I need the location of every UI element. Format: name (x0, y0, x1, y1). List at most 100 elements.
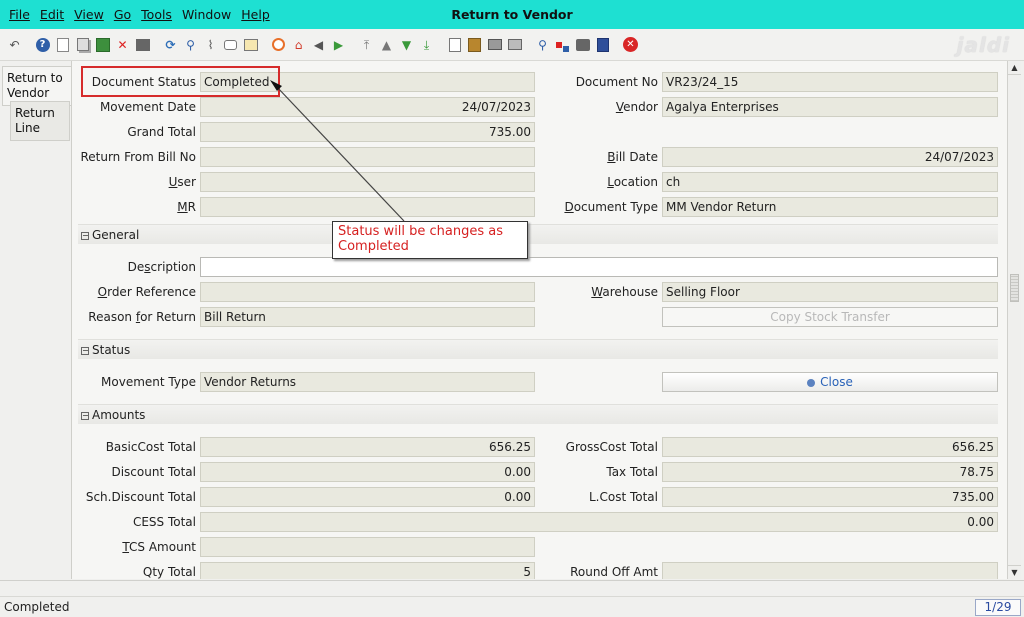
return-from-bill-no-field[interactable] (200, 147, 535, 167)
discount-total-field[interactable]: 0.00 (200, 462, 535, 482)
tab-return-to-vendor[interactable]: Return to Vendor (2, 66, 72, 106)
refresh-icon[interactable]: ⟳ (162, 36, 179, 53)
l-cost-total-field[interactable]: 735.00 (662, 487, 998, 507)
collapse-icon: − (81, 345, 89, 355)
movement-type-field[interactable]: Vendor Returns (200, 372, 535, 392)
workflow-icon[interactable] (554, 36, 571, 53)
document-type-label: Document Type (564, 200, 658, 214)
cess-total-label: CESS Total (132, 515, 196, 529)
collapse-icon: − (81, 230, 89, 240)
gross-cost-total-label: GrossCost Total (565, 440, 658, 454)
vendor-label: Vendor (615, 100, 658, 114)
qty-total-field[interactable]: 5 (200, 562, 535, 579)
down-icon[interactable]: ▼ (398, 36, 415, 53)
copy-icon[interactable] (74, 36, 91, 53)
warehouse-field[interactable]: Selling Floor (662, 282, 998, 302)
menu-view[interactable]: View (69, 7, 109, 22)
up-icon[interactable]: ▲ (378, 36, 395, 53)
collapse-icon: − (81, 410, 89, 420)
scroll-thumb[interactable] (1010, 274, 1019, 302)
description-input[interactable] (200, 257, 998, 277)
document-type-field[interactable]: MM Vendor Return (662, 197, 998, 217)
print-icon[interactable] (486, 36, 503, 53)
round-off-amt-field[interactable] (662, 562, 998, 579)
movement-date-field[interactable]: 24/07/2023 (200, 97, 535, 117)
record-count[interactable]: 1/29 (975, 599, 1021, 616)
zoom-across-icon[interactable]: ⚲ (534, 36, 551, 53)
archive-icon[interactable] (466, 36, 483, 53)
print-setup-icon[interactable] (506, 36, 523, 53)
process-icon (807, 378, 816, 387)
delete-icon[interactable]: ✕ (114, 36, 131, 53)
grand-total-label: Grand Total (127, 125, 196, 139)
find-icon[interactable]: ⚲ (182, 36, 199, 53)
vendor-field[interactable]: Agalya Enterprises (662, 97, 998, 117)
tax-total-field[interactable]: 78.75 (662, 462, 998, 482)
undo-icon[interactable]: ↶ (6, 36, 23, 53)
next-icon[interactable]: ▶ (330, 36, 347, 53)
end-icon[interactable]: ✕ (622, 36, 639, 53)
zoom-icon[interactable] (270, 36, 287, 53)
scroll-down-arrow-icon[interactable]: ▼ (1008, 565, 1021, 579)
report-icon[interactable] (446, 36, 463, 53)
tcs-amount-field[interactable] (200, 537, 535, 557)
document-no-field[interactable]: VR23/24_15 (662, 72, 998, 92)
round-off-amt-label: Round Off Amt (570, 565, 658, 579)
menu-tools[interactable]: Tools (136, 7, 177, 22)
menu-edit[interactable]: Edit (35, 7, 69, 22)
status-section-header[interactable]: − Status (78, 339, 998, 359)
sch-discount-total-field[interactable]: 0.00 (200, 487, 535, 507)
reason-for-return-field[interactable]: Bill Return (200, 307, 535, 327)
movement-date-label: Movement Date (99, 100, 196, 114)
bill-date-field[interactable]: 24/07/2023 (662, 147, 998, 167)
new-icon[interactable] (54, 36, 71, 53)
annotation-callout: Status will be changes as Completed (332, 221, 528, 259)
basic-cost-total-field[interactable]: 656.25 (200, 437, 535, 457)
amounts-section-header[interactable]: − Amounts (78, 404, 998, 424)
close-document-button[interactable]: Close (662, 372, 998, 392)
grand-total-field[interactable]: 735.00 (200, 122, 535, 142)
save-icon[interactable] (94, 36, 111, 53)
order-reference-label: Order Reference (97, 285, 196, 299)
cess-total-field[interactable]: 0.00 (200, 512, 998, 532)
status-bar: Completed 1/29 (0, 580, 1024, 617)
help-icon[interactable]: ? (34, 36, 51, 53)
request-icon[interactable] (574, 36, 591, 53)
menu-help[interactable]: Help (236, 7, 275, 22)
warehouse-label: Warehouse (591, 285, 658, 299)
gross-cost-total-field[interactable]: 656.25 (662, 437, 998, 457)
order-reference-field[interactable] (200, 282, 535, 302)
menu-window[interactable]: Window (177, 7, 236, 22)
tab-return-line[interactable]: Return Line (10, 101, 70, 141)
location-field[interactable]: ch (662, 172, 998, 192)
basic-cost-total-label: BasicCost Total (105, 440, 196, 454)
status-strip (0, 581, 1024, 597)
l-cost-total-label: L.Cost Total (588, 490, 658, 504)
menu-go[interactable]: Go (109, 7, 136, 22)
copy-stock-transfer-button[interactable]: Copy Stock Transfer (662, 307, 998, 327)
attachment-icon[interactable]: ⌇ (202, 36, 219, 53)
user-field[interactable] (200, 172, 535, 192)
vertical-scrollbar[interactable]: ▲ ▼ (1007, 61, 1021, 579)
discount-total-label: Discount Total (111, 465, 196, 479)
sch-discount-total-label: Sch.Discount Total (85, 490, 196, 504)
product-info-icon[interactable] (594, 36, 611, 53)
general-section-header[interactable]: − General (78, 224, 998, 244)
history-icon[interactable] (242, 36, 259, 53)
status-text: Completed (4, 600, 70, 614)
mr-field[interactable] (200, 197, 535, 217)
previous-icon[interactable]: ◀ (310, 36, 327, 53)
qty-total-label: Qty Total (142, 565, 196, 579)
movement-type-label: Movement Type (101, 375, 196, 389)
menu-file[interactable]: File (4, 7, 35, 22)
first-icon[interactable]: ⤒ (358, 36, 375, 53)
chat-icon[interactable] (222, 36, 239, 53)
print-preview-icon[interactable] (134, 36, 151, 53)
jaldi-logo: jaldi (956, 33, 1010, 57)
user-label: User (168, 175, 196, 189)
mr-label: MR (177, 200, 196, 214)
tab-strip: Return to Vendor Return Line (0, 61, 72, 579)
last-icon[interactable]: ⤓ (418, 36, 435, 53)
home-icon[interactable]: ⌂ (290, 36, 307, 53)
scroll-up-arrow-icon[interactable]: ▲ (1008, 61, 1021, 75)
